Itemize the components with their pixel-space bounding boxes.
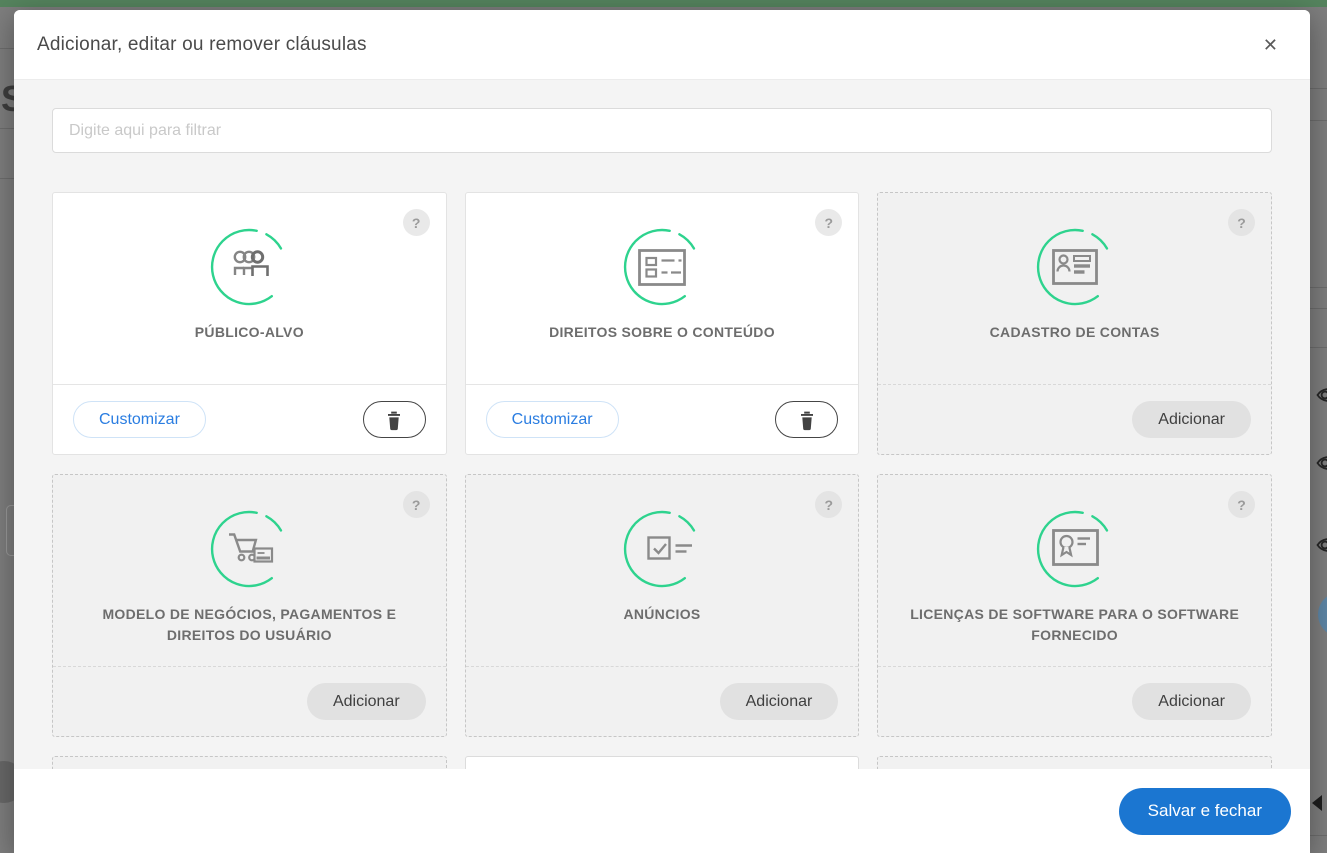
clause-card-partial: [877, 756, 1272, 769]
clause-card-title: PÚBLICO-ALVO: [195, 322, 304, 343]
help-icon[interactable]: ?: [1228, 209, 1255, 236]
save-close-button[interactable]: Salvar e fechar: [1119, 788, 1291, 835]
clause-grid: ?: [52, 192, 1272, 769]
customize-button[interactable]: Customizar: [73, 401, 206, 438]
clause-card-partial: [52, 756, 447, 769]
help-icon[interactable]: ?: [403, 209, 430, 236]
add-button[interactable]: Adicionar: [1132, 401, 1251, 438]
clause-card-partial: [465, 756, 860, 769]
clause-card-modelo-negocios: ?: [52, 474, 447, 737]
clause-card-direitos-conteudo: ? DIREITOS SO: [465, 192, 860, 455]
page-divider: [0, 48, 14, 49]
clause-card-title: ANÚNCIOS: [623, 604, 700, 625]
filter-input[interactable]: [52, 108, 1272, 153]
content-rights-icon: [623, 228, 701, 306]
modal-body: ?: [14, 80, 1310, 769]
help-icon[interactable]: ?: [815, 491, 842, 518]
audience-icon: [210, 228, 288, 306]
clause-card-title: MODELO DE NEGÓCIOS, PAGAMENTOS E DIREITO…: [79, 604, 419, 646]
clause-card-anuncios: ? ANÚNCIOS: [465, 474, 860, 737]
eye-icon: [1316, 536, 1327, 554]
clause-card-licencas-software: ? LICENÇAS DE: [877, 474, 1272, 737]
page-divider: [1310, 835, 1327, 836]
remove-button[interactable]: [775, 401, 838, 438]
close-icon[interactable]: ✕: [1257, 32, 1284, 58]
page-blue-circle: [1318, 592, 1327, 637]
page-divider: [1310, 120, 1327, 121]
page-divider: [0, 128, 14, 129]
modal-header: Adicionar, editar ou remover cláusulas ✕: [14, 10, 1310, 80]
page-topbar: [0, 0, 1327, 7]
cart-payment-icon: [210, 510, 288, 588]
modal-title: Adicionar, editar ou remover cláusulas: [37, 34, 367, 56]
clause-card-title: LICENÇAS DE SOFTWARE PARA O SOFTWARE FOR…: [905, 604, 1245, 646]
collapse-arrow-icon: [1312, 795, 1322, 811]
remove-button[interactable]: [363, 401, 426, 438]
license-certificate-icon: [1036, 510, 1114, 588]
page-divider: [1310, 308, 1327, 309]
page-divider: [0, 178, 14, 179]
add-button[interactable]: Adicionar: [720, 683, 839, 720]
clause-card-cadastro-contas: ?: [877, 192, 1272, 455]
page-divider: [1310, 347, 1327, 348]
page-divider: [1310, 287, 1327, 288]
clause-card-title: DIREITOS SOBRE O CONTEÚDO: [549, 322, 775, 343]
screen: S Adicionar, editar ou remover cláusulas…: [0, 0, 1327, 853]
help-icon[interactable]: ?: [403, 491, 430, 518]
account-card-icon: [1036, 228, 1114, 306]
trash-icon: [384, 409, 404, 431]
help-icon[interactable]: ?: [1228, 491, 1255, 518]
modal-footer: Salvar e fechar: [14, 769, 1310, 853]
clause-card-publico-alvo: ?: [52, 192, 447, 455]
page-divider: [1310, 88, 1327, 89]
add-button[interactable]: Adicionar: [1132, 683, 1251, 720]
clause-card-title: CADASTRO DE CONTAS: [990, 322, 1160, 343]
eye-icon: [1316, 454, 1327, 472]
ads-checklist-icon: [623, 510, 701, 588]
trash-icon: [797, 409, 817, 431]
eye-icon: [1316, 386, 1327, 404]
clauses-modal: Adicionar, editar ou remover cláusulas ✕…: [14, 10, 1310, 853]
help-icon[interactable]: ?: [815, 209, 842, 236]
customize-button[interactable]: Customizar: [486, 401, 619, 438]
add-button[interactable]: Adicionar: [307, 683, 426, 720]
